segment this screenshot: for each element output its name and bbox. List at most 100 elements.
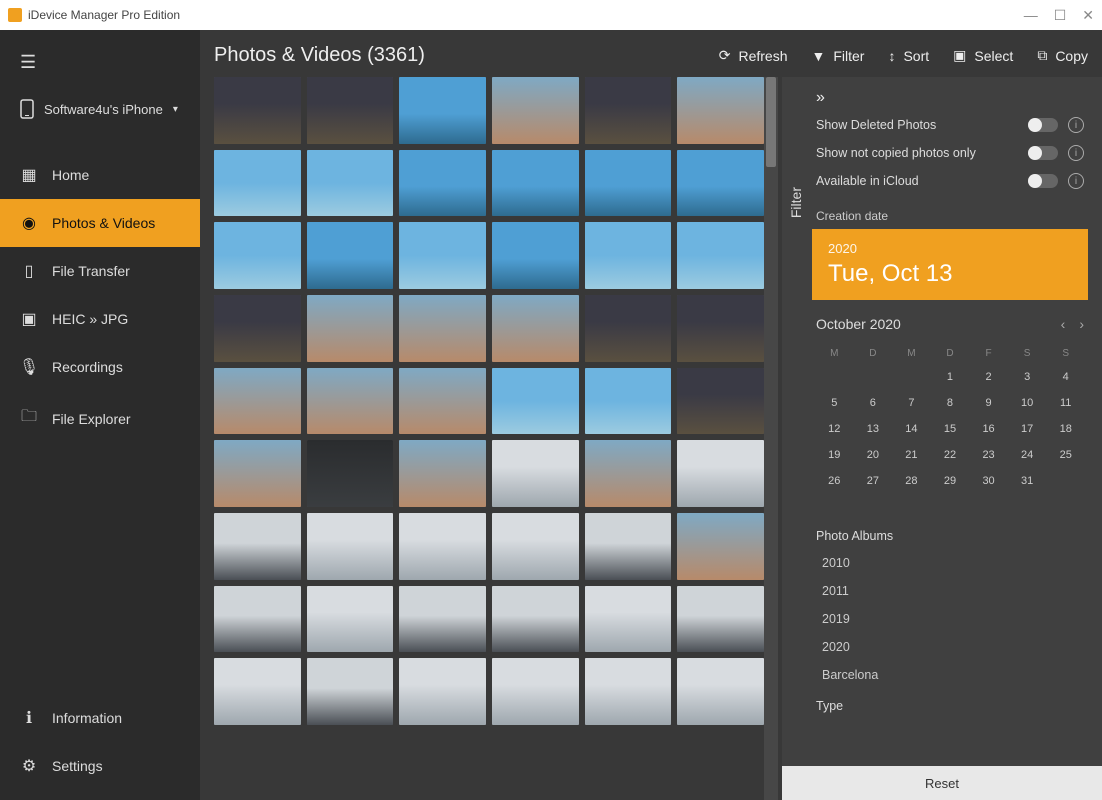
photo-thumbnail[interactable] xyxy=(399,440,486,507)
photo-thumbnail[interactable] xyxy=(677,222,764,289)
photo-thumbnail[interactable] xyxy=(677,586,764,653)
photo-thumbnail[interactable] xyxy=(492,77,579,144)
calendar-day[interactable]: 29 xyxy=(932,469,969,493)
photo-thumbnail[interactable] xyxy=(399,658,486,725)
photo-thumbnail[interactable] xyxy=(307,368,394,435)
photo-thumbnail[interactable] xyxy=(492,222,579,289)
device-selector[interactable]: Software4u's iPhone ▾ xyxy=(0,87,200,131)
photo-thumbnail[interactable] xyxy=(585,368,672,435)
photo-thumbnail[interactable] xyxy=(492,513,579,580)
sidebar-item-heic-jpg[interactable]: ▣HEIC » JPG xyxy=(0,295,200,343)
photo-thumbnail[interactable] xyxy=(492,658,579,725)
calendar-day[interactable]: 7 xyxy=(893,391,930,415)
photo-thumbnail[interactable] xyxy=(214,295,301,362)
filter-toggle-switch[interactable] xyxy=(1028,146,1058,160)
photo-thumbnail[interactable] xyxy=(677,77,764,144)
filter-button[interactable]: ▼Filter xyxy=(811,47,864,64)
calendar-day[interactable]: 24 xyxy=(1009,443,1046,467)
calendar-day[interactable]: 27 xyxy=(855,469,892,493)
photo-thumbnail[interactable] xyxy=(585,658,672,725)
select-button[interactable]: ▣Select xyxy=(953,47,1013,64)
calendar-day[interactable]: 31 xyxy=(1009,469,1046,493)
photo-thumbnail[interactable] xyxy=(399,295,486,362)
calendar-day[interactable]: 13 xyxy=(855,417,892,441)
calendar-next-button[interactable]: › xyxy=(1079,316,1084,332)
photo-thumbnail[interactable] xyxy=(492,368,579,435)
photo-thumbnail[interactable] xyxy=(307,586,394,653)
sidebar-item-file-transfer[interactable]: ▯File Transfer xyxy=(0,247,200,295)
filter-toggle-switch[interactable] xyxy=(1028,118,1058,132)
photo-thumbnail[interactable] xyxy=(399,150,486,217)
calendar-day[interactable]: 3 xyxy=(1009,365,1046,389)
calendar-day[interactable]: 5 xyxy=(816,391,853,415)
photo-thumbnail[interactable] xyxy=(307,77,394,144)
photo-grid[interactable] xyxy=(214,77,764,800)
calendar-day[interactable]: 17 xyxy=(1009,417,1046,441)
album-item[interactable]: 2020 xyxy=(816,633,1084,661)
calendar-day[interactable]: 8 xyxy=(932,391,969,415)
photo-thumbnail[interactable] xyxy=(307,295,394,362)
copy-button[interactable]: ⧉Copy xyxy=(1037,47,1088,64)
sidebar-item-home[interactable]: ▦Home xyxy=(0,151,200,199)
grid-scrollbar[interactable] xyxy=(764,77,778,800)
calendar-day[interactable]: 20 xyxy=(855,443,892,467)
photo-thumbnail[interactable] xyxy=(307,150,394,217)
calendar-day[interactable]: 9 xyxy=(970,391,1007,415)
photo-thumbnail[interactable] xyxy=(585,222,672,289)
photo-thumbnail[interactable] xyxy=(214,513,301,580)
photo-thumbnail[interactable] xyxy=(214,222,301,289)
photo-thumbnail[interactable] xyxy=(677,658,764,725)
calendar-prev-button[interactable]: ‹ xyxy=(1061,316,1066,332)
photo-thumbnail[interactable] xyxy=(399,222,486,289)
photo-thumbnail[interactable] xyxy=(585,513,672,580)
album-item[interactable]: 2019 xyxy=(816,605,1084,633)
sidebar-item-settings[interactable]: ⚙Settings xyxy=(0,742,200,790)
calendar-day[interactable]: 1 xyxy=(932,365,969,389)
info-icon[interactable]: i xyxy=(1068,173,1084,189)
sort-button[interactable]: ↕Sort xyxy=(888,47,929,64)
sidebar-item-recordings[interactable]: 🎙Recordings xyxy=(0,343,200,391)
photo-thumbnail[interactable] xyxy=(214,368,301,435)
calendar-day[interactable]: 2 xyxy=(970,365,1007,389)
photo-thumbnail[interactable] xyxy=(214,77,301,144)
photo-thumbnail[interactable] xyxy=(214,658,301,725)
calendar-day[interactable]: 26 xyxy=(816,469,853,493)
photo-thumbnail[interactable] xyxy=(492,586,579,653)
photo-thumbnail[interactable] xyxy=(677,513,764,580)
photo-thumbnail[interactable] xyxy=(307,513,394,580)
info-icon[interactable]: i xyxy=(1068,145,1084,161)
photo-thumbnail[interactable] xyxy=(585,440,672,507)
calendar-day[interactable]: 16 xyxy=(970,417,1007,441)
album-item[interactable]: 2011 xyxy=(816,577,1084,605)
photo-thumbnail[interactable] xyxy=(585,295,672,362)
calendar-day[interactable]: 21 xyxy=(893,443,930,467)
calendar-day[interactable]: 28 xyxy=(893,469,930,493)
calendar-day[interactable]: 25 xyxy=(1047,443,1084,467)
sidebar-item-information[interactable]: ℹInformation xyxy=(0,694,200,742)
calendar-day[interactable]: 23 xyxy=(970,443,1007,467)
sidebar-item-photos-videos[interactable]: ◉Photos & Videos xyxy=(0,199,200,247)
calendar-day[interactable]: 19 xyxy=(816,443,853,467)
close-button[interactable]: ✕ xyxy=(1082,7,1094,24)
photo-thumbnail[interactable] xyxy=(677,150,764,217)
maximize-button[interactable]: ☐ xyxy=(1054,7,1067,24)
photo-thumbnail[interactable] xyxy=(307,440,394,507)
minimize-button[interactable]: — xyxy=(1024,7,1038,24)
album-item[interactable]: Barcelona xyxy=(816,661,1084,689)
calendar-day[interactable]: 30 xyxy=(970,469,1007,493)
photo-thumbnail[interactable] xyxy=(399,77,486,144)
calendar-day[interactable]: 14 xyxy=(893,417,930,441)
photo-thumbnail[interactable] xyxy=(307,658,394,725)
photo-thumbnail[interactable] xyxy=(492,150,579,217)
photo-thumbnail[interactable] xyxy=(399,513,486,580)
photo-thumbnail[interactable] xyxy=(307,222,394,289)
photo-thumbnail[interactable] xyxy=(399,368,486,435)
photo-thumbnail[interactable] xyxy=(585,77,672,144)
calendar-day[interactable]: 18 xyxy=(1047,417,1084,441)
calendar-day[interactable]: 15 xyxy=(932,417,969,441)
photo-thumbnail[interactable] xyxy=(214,440,301,507)
refresh-button[interactable]: ⟳Refresh xyxy=(719,47,788,64)
calendar-day[interactable]: 6 xyxy=(855,391,892,415)
reset-button[interactable]: Reset xyxy=(782,766,1102,800)
photo-thumbnail[interactable] xyxy=(492,440,579,507)
